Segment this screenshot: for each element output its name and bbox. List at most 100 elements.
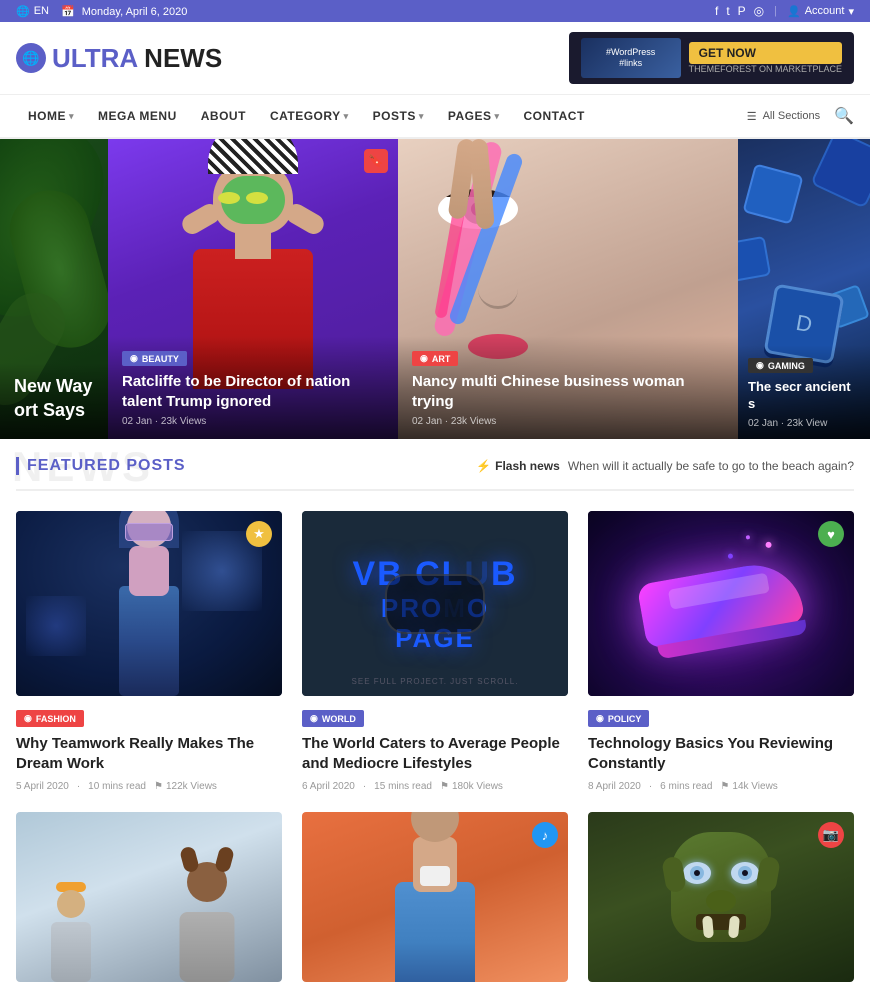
card-2-date: 6 April 2020 xyxy=(302,781,355,792)
top-bar: 🌐 EN 📅 Monday, April 6, 2020 f t P ◎ | 👤… xyxy=(0,0,870,22)
nav-item-home[interactable]: HOME ▾ xyxy=(16,95,86,137)
card-1-readtime: 10 mins read xyxy=(88,781,146,792)
card-2[interactable]: VB CLUB PROMO PAGE SEE FULL PROJECT. JUS… xyxy=(302,511,568,792)
top-bar-left: 🌐 EN 📅 Monday, April 6, 2020 xyxy=(16,5,187,18)
card-2-views: ⚑ 180k Views xyxy=(440,781,503,792)
social-icons: f t P ◎ xyxy=(715,4,764,18)
card-3-category: ◉ POLICY xyxy=(588,710,649,727)
all-sections-button[interactable]: ☰ All Sections xyxy=(747,110,820,123)
bottom-card-2-image: ♪ xyxy=(302,812,568,982)
language-selector[interactable]: 🌐 EN xyxy=(16,5,49,18)
card-3-date: 8 April 2020 xyxy=(588,781,641,792)
nav-item-category[interactable]: CATEGORY ▾ xyxy=(258,95,361,137)
card-1-views: ⚑ 122k Views xyxy=(154,781,217,792)
menu-icon: ☰ xyxy=(747,110,757,123)
card-1-bookmark[interactable]: ★ xyxy=(246,521,272,547)
slide-1-overlay: New Wayort Says xyxy=(0,363,108,439)
date-display: 📅 Monday, April 6, 2020 xyxy=(61,5,187,18)
twitter-icon[interactable]: t xyxy=(726,4,729,18)
slide-1-title: New Wayort Says xyxy=(14,375,94,422)
slide-2-category: ◉ BEAUTY xyxy=(122,351,187,366)
hero-slide-2[interactable]: 🔖 ◉ BEAUTY Ratcliffe to be Director of n… xyxy=(108,139,398,439)
bottom-card-1-image xyxy=(16,812,282,982)
user-icon: 👤 xyxy=(787,5,801,18)
date-text: Monday, April 6, 2020 xyxy=(82,6,188,18)
bottom-card-2-bookmark[interactable]: ♪ xyxy=(532,822,558,848)
chevron-down-icon: ▾ xyxy=(69,111,74,122)
dot-icon: ◉ xyxy=(24,713,32,724)
card-2-meta: 6 April 2020 · 15 mins read ⚑ 180k Views xyxy=(302,781,568,792)
flash-news-label: ⚡ Flash news xyxy=(476,459,560,473)
facebook-icon[interactable]: f xyxy=(715,4,718,18)
globe-icon: 🌐 xyxy=(16,5,30,18)
slide-3-overlay: ◉ ART Nancy multi Chinese business woman… xyxy=(398,336,738,439)
bottom-card-3[interactable]: 📷 xyxy=(588,812,854,982)
pinterest-icon[interactable]: P xyxy=(738,4,746,18)
flag-icon: ⚑ xyxy=(720,781,729,792)
all-sections-label: All Sections xyxy=(763,110,820,122)
hero-slide-4[interactable]: D ◉ GAMING The secr ancient s 02 Jan · 2… xyxy=(738,139,870,439)
card-3-meta: 8 April 2020 · 6 mins read ⚑ 14k Views xyxy=(588,781,854,792)
nav-item-about[interactable]: ABOUT xyxy=(189,95,258,137)
featured-cards-grid: ★ ◉ FASHION Why Teamwork Really Makes Th… xyxy=(16,511,854,792)
nav-item-mega-menu[interactable]: MEGA MENU xyxy=(86,95,189,137)
dot-icon: ◉ xyxy=(310,713,318,724)
slide-2-bookmark[interactable]: 🔖 xyxy=(364,149,388,173)
slide-2-title: Ratcliffe to be Director of nation talen… xyxy=(122,372,384,411)
card-1-category: ◉ FASHION xyxy=(16,710,84,727)
card-3-views: ⚑ 14k Views xyxy=(720,781,777,792)
featured-title: FEATURED POSTS xyxy=(16,457,186,475)
flag-icon: ⚑ xyxy=(154,781,163,792)
card-3-readtime: 6 mins read xyxy=(660,781,712,792)
chevron-down-icon: ▾ xyxy=(344,111,349,122)
slide-3-meta: 02 Jan · 23k Views xyxy=(412,416,724,427)
bottom-card-3-bookmark[interactable]: 📷 xyxy=(818,822,844,848)
slide-2-overlay: ◉ BEAUTY Ratcliffe to be Director of nat… xyxy=(108,336,398,439)
slide-4-meta: 02 Jan · 23k View xyxy=(748,418,860,429)
slide-3-title: Nancy multi Chinese business woman tryin… xyxy=(412,372,724,411)
ad-get-now-button[interactable]: GET NOW xyxy=(689,42,842,64)
hero-slide-3[interactable]: ◉ ART Nancy multi Chinese business woman… xyxy=(398,139,738,439)
bottom-card-3-image: 📷 xyxy=(588,812,854,982)
card-1-image: ★ xyxy=(16,511,282,696)
card-2-image: VB CLUB PROMO PAGE SEE FULL PROJECT. JUS… xyxy=(302,511,568,696)
bottom-card-1[interactable] xyxy=(16,812,282,982)
header-ad[interactable]: #WordPress#links GET NOW THEMEFOREST ON … xyxy=(569,32,854,84)
nav-right: ☰ All Sections 🔍 xyxy=(747,106,854,126)
ad-content: GET NOW THEMEFOREST ON MARKETPLACE xyxy=(689,42,842,74)
featured-title-wrap: NEWS FEATURED POSTS xyxy=(16,457,186,475)
hero-slide-1[interactable]: New Wayort Says xyxy=(0,139,108,439)
language-label: EN xyxy=(34,5,49,17)
card-1-img-bg xyxy=(16,511,282,696)
card-2-readtime: 15 mins read xyxy=(374,781,432,792)
card-1-title: Why Teamwork Really Makes The Dream Work xyxy=(16,734,282,773)
slide-2-meta: 02 Jan · 23k Views xyxy=(122,416,384,427)
search-button[interactable]: 🔍 xyxy=(834,106,854,126)
header: 🌐 ULTRA NEWS #WordPress#links GET NOW TH… xyxy=(0,22,870,95)
dot-icon: ◉ xyxy=(130,353,138,364)
nav-item-contact[interactable]: CONTACT xyxy=(512,95,597,137)
nav-item-posts[interactable]: POSTS ▾ xyxy=(361,95,436,137)
card-3[interactable]: ♥ ◉ POLICY Technology Basics You Reviewi… xyxy=(588,511,854,792)
chevron-down-icon: ▾ xyxy=(419,111,424,122)
top-bar-right: f t P ◎ | 👤 Account ▾ xyxy=(715,4,854,18)
bottom-card-2[interactable]: ♪ xyxy=(302,812,568,982)
logo-news: NEWS xyxy=(144,43,222,74)
nav-item-pages[interactable]: PAGES ▾ xyxy=(436,95,512,137)
card-1[interactable]: ★ ◉ FASHION Why Teamwork Really Makes Th… xyxy=(16,511,282,792)
ad-subtitle: THEMEFOREST ON MARKETPLACE xyxy=(689,64,842,74)
main-nav: HOME ▾ MEGA MENU ABOUT CATEGORY ▾ POSTS … xyxy=(0,95,870,139)
logo[interactable]: 🌐 ULTRA NEWS xyxy=(16,43,222,74)
card-3-bookmark[interactable]: ♥ xyxy=(818,521,844,547)
account-button[interactable]: 👤 Account ▾ xyxy=(787,5,854,18)
logo-icon: 🌐 xyxy=(16,43,46,73)
featured-header: NEWS FEATURED POSTS ⚡ Flash news When wi… xyxy=(16,439,854,491)
instagram-icon[interactable]: ◎ xyxy=(754,4,764,18)
card-2-img-bg: VB CLUB PROMO PAGE SEE FULL PROJECT. JUS… xyxy=(302,511,568,696)
calendar-icon: 📅 xyxy=(61,6,75,18)
card-1-date: 5 April 2020 xyxy=(16,781,69,792)
card-1-meta: 5 April 2020 · 10 mins read ⚑ 122k Views xyxy=(16,781,282,792)
dot-icon: ◉ xyxy=(756,360,764,371)
bottom-cards-grid: ♪ xyxy=(16,812,854,982)
flag-icon: ⚑ xyxy=(440,781,449,792)
